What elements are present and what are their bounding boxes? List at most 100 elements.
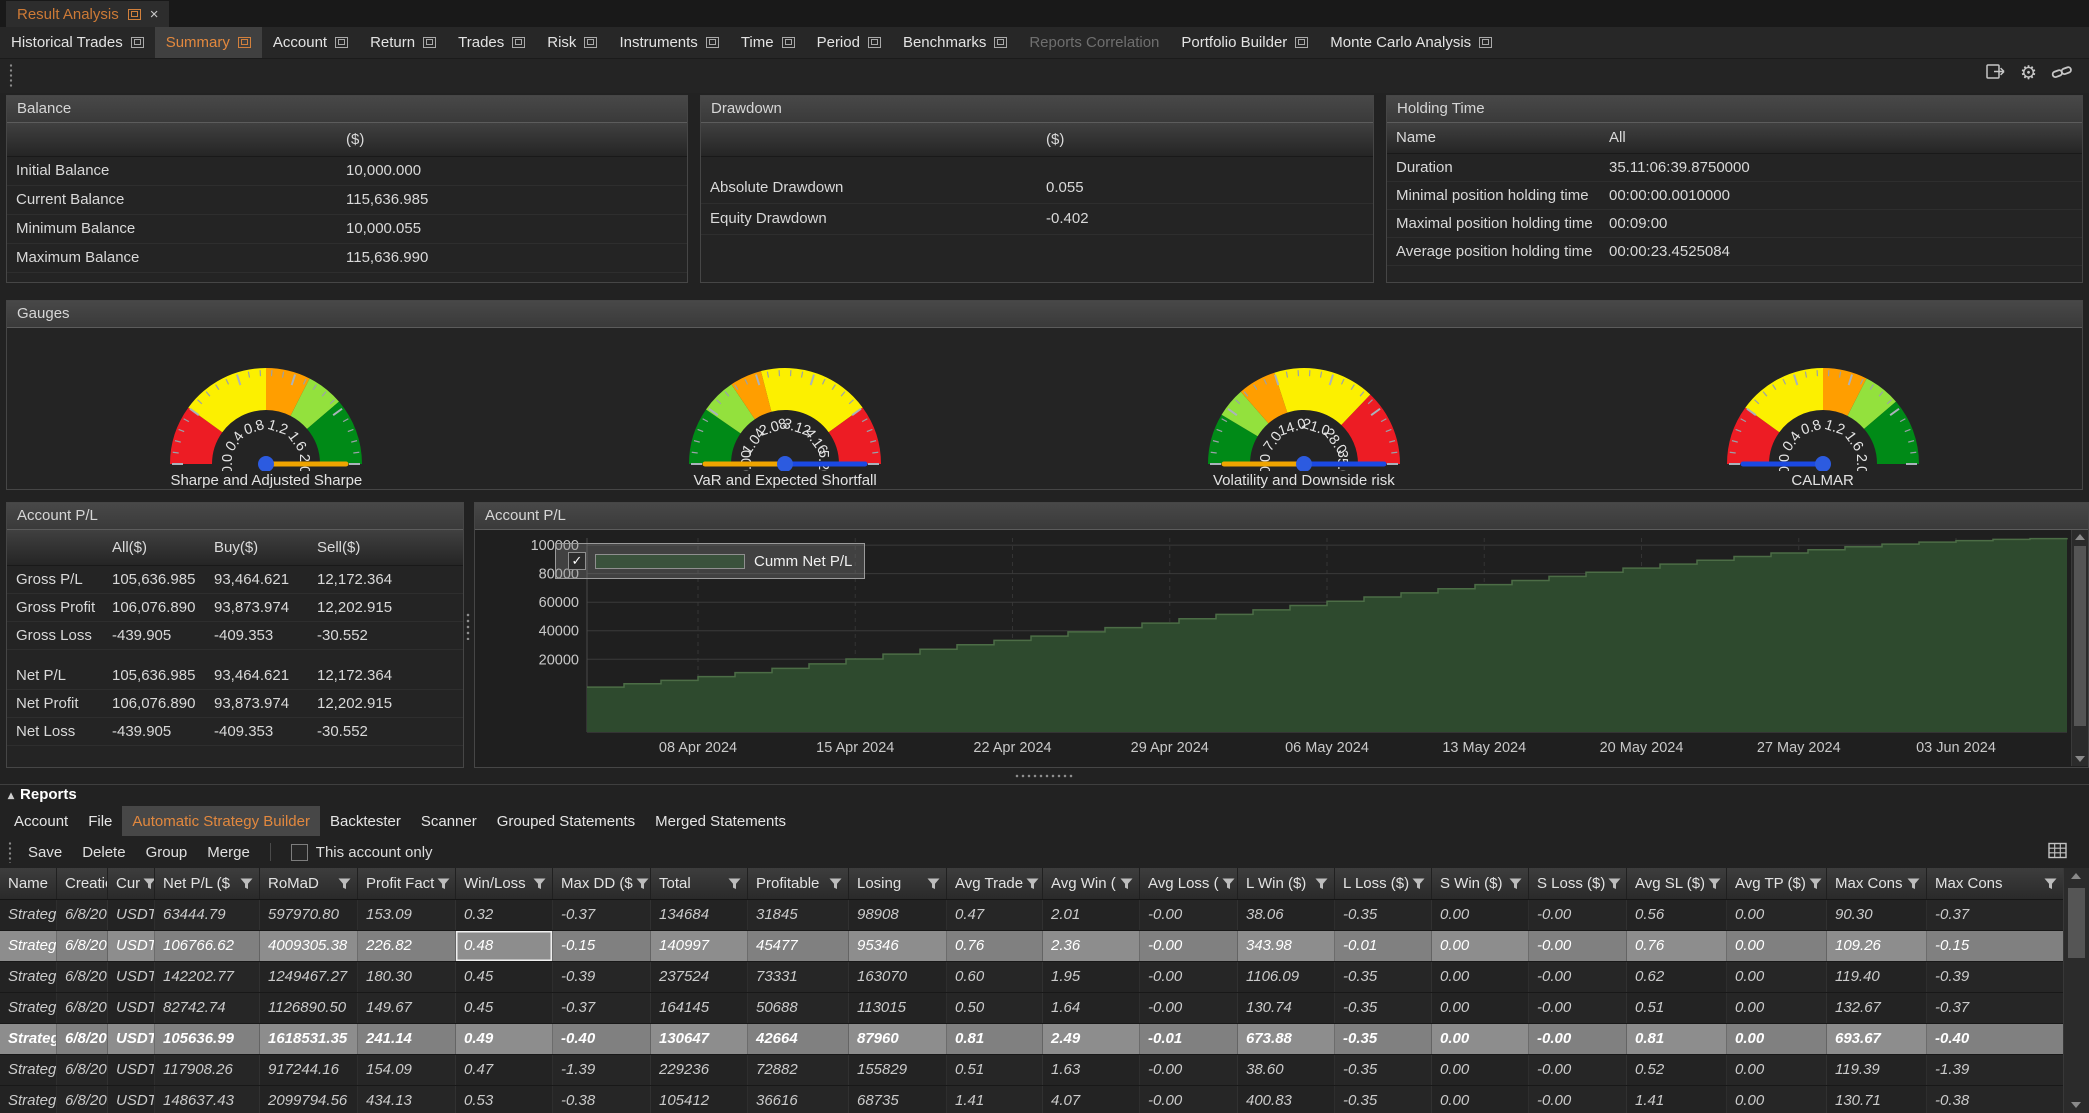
table-cell[interactable]: 0.00 (1727, 1024, 1827, 1054)
table-cell[interactable]: -0.35 (1335, 1055, 1432, 1085)
window-icon[interactable] (423, 37, 436, 48)
table-cell[interactable]: 0.52 (1627, 1055, 1727, 1085)
table-cell[interactable]: 148637.43 (155, 1086, 260, 1113)
table-cell[interactable]: 0.00 (1727, 900, 1827, 930)
table-row[interactable]: Strateg6/8/20USDT63444.79597970.80153.09… (0, 900, 2064, 931)
table-cell[interactable]: 6/8/20 (57, 900, 108, 930)
table-cell[interactable]: -0.01 (1335, 931, 1432, 961)
table-cell[interactable]: 6/8/20 (57, 1055, 108, 1085)
table-cell[interactable]: 1.63 (1043, 1055, 1140, 1085)
table-cell[interactable]: 0.00 (1727, 962, 1827, 992)
filter-icon[interactable] (1809, 878, 1822, 890)
table-cell[interactable]: 229236 (651, 1055, 748, 1085)
table-cell[interactable]: 130.74 (1238, 993, 1335, 1023)
close-icon[interactable]: × (150, 7, 159, 22)
table-cell[interactable]: 226.82 (358, 931, 456, 961)
table-cell[interactable]: -0.00 (1529, 900, 1627, 930)
column-header[interactable]: Net P/L ($ (155, 868, 260, 899)
table-cell[interactable]: 142202.77 (155, 962, 260, 992)
settings-gear-icon[interactable]: ⚙ (2020, 64, 2037, 83)
table-cell[interactable]: 1126890.50 (260, 993, 358, 1023)
table-cell[interactable]: 343.98 (1238, 931, 1335, 961)
filter-icon[interactable] (1509, 878, 1522, 890)
table-cell[interactable]: 0.00 (1432, 1086, 1529, 1113)
table-cell[interactable]: -0.00 (1140, 962, 1238, 992)
table-cell[interactable]: 0.00 (1727, 1055, 1827, 1085)
table-cell[interactable]: USDT (108, 1086, 155, 1113)
window-icon[interactable] (128, 9, 141, 20)
table-cell[interactable]: -0.35 (1335, 1086, 1432, 1113)
window-icon[interactable] (131, 37, 144, 48)
window-icon[interactable] (706, 37, 719, 48)
table-cell[interactable]: Strateg (0, 1086, 57, 1113)
table-cell[interactable]: 0.51 (1627, 993, 1727, 1023)
table-cell[interactable]: 154.09 (358, 1055, 456, 1085)
table-cell[interactable]: 237524 (651, 962, 748, 992)
column-header[interactable]: Max DD ($ (553, 868, 651, 899)
scroll-up-arrow[interactable] (2071, 873, 2081, 879)
filter-icon[interactable] (240, 878, 253, 890)
window-icon[interactable] (1295, 37, 1308, 48)
table-cell[interactable]: 164145 (651, 993, 748, 1023)
table-cell[interactable]: 105636.99 (155, 1024, 260, 1054)
column-header[interactable]: Losing (849, 868, 947, 899)
reports-tab-grouped-statements[interactable]: Grouped Statements (487, 806, 645, 836)
window-icon[interactable] (868, 37, 881, 48)
column-header[interactable]: Total (651, 868, 748, 899)
table-cell[interactable]: 106766.62 (155, 931, 260, 961)
table-cell[interactable]: 241.14 (358, 1024, 456, 1054)
table-cell[interactable]: 63444.79 (155, 900, 260, 930)
table-cell[interactable]: 113015 (849, 993, 947, 1023)
filter-icon[interactable] (927, 878, 940, 890)
table-cell[interactable]: 130647 (651, 1024, 748, 1054)
table-cell[interactable]: 105412 (651, 1086, 748, 1113)
table-cell[interactable]: 153.09 (358, 900, 456, 930)
table-cell[interactable]: 130.71 (1827, 1086, 1927, 1113)
table-cell[interactable]: Strateg (0, 1024, 57, 1054)
table-cell[interactable]: 38.60 (1238, 1055, 1335, 1085)
table-cell[interactable]: 0.32 (456, 900, 553, 930)
table-cell[interactable]: 434.13 (358, 1086, 456, 1113)
open-report-icon[interactable] (1985, 62, 2006, 85)
table-cell[interactable]: 1.41 (1627, 1086, 1727, 1113)
scroll-thumb[interactable] (2068, 888, 2085, 958)
reports-tab-merged-statements[interactable]: Merged Statements (645, 806, 796, 836)
tab-trades[interactable]: Trades (447, 27, 536, 58)
tab-risk[interactable]: Risk (536, 27, 608, 58)
table-cell[interactable]: 31845 (748, 900, 849, 930)
table-cell[interactable]: -1.39 (553, 1055, 651, 1085)
tab-period[interactable]: Period (806, 27, 892, 58)
tab-historical-trades[interactable]: Historical Trades (0, 27, 155, 58)
filter-icon[interactable] (728, 878, 741, 890)
section-splitter[interactable] (1014, 774, 1074, 778)
filter-icon[interactable] (829, 878, 842, 890)
filter-icon[interactable] (636, 878, 649, 890)
table-cell[interactable]: 673.88 (1238, 1024, 1335, 1054)
table-cell[interactable]: 0.60 (947, 962, 1043, 992)
table-cell[interactable]: 68735 (849, 1086, 947, 1113)
chart-legend[interactable]: ✓ Cumm Net P/L (555, 543, 865, 579)
table-cell[interactable]: 0.81 (1627, 1024, 1727, 1054)
grid-vertical-scrollbar[interactable] (2063, 868, 2089, 1113)
filter-icon[interactable] (533, 878, 546, 890)
table-row[interactable]: Strateg6/8/20USDT142202.771249467.27180.… (0, 962, 2064, 993)
table-cell[interactable]: -0.38 (553, 1086, 651, 1113)
table-cell[interactable]: 0.00 (1432, 1055, 1529, 1085)
merge-button[interactable]: Merge (207, 844, 250, 861)
reports-section-header[interactable]: ▴ Reports (8, 786, 77, 803)
table-cell[interactable]: 2.36 (1043, 931, 1140, 961)
scroll-up-arrow[interactable] (2075, 534, 2085, 540)
column-header[interactable]: Avg Loss ( (1140, 868, 1238, 899)
tab-time[interactable]: Time (730, 27, 806, 58)
table-cell[interactable]: 6/8/20 (57, 993, 108, 1023)
window-icon[interactable] (512, 37, 525, 48)
column-header[interactable]: Max Cons (1927, 868, 2064, 899)
table-grid-icon[interactable] (2048, 842, 2067, 863)
column-header[interactable]: L Loss ($) (1335, 868, 1432, 899)
table-cell[interactable]: -0.37 (1927, 900, 2064, 930)
table-cell[interactable]: 50688 (748, 993, 849, 1023)
table-cell[interactable]: 400.83 (1238, 1086, 1335, 1113)
column-header[interactable]: Profit Fact (358, 868, 456, 899)
column-header[interactable]: Cur (108, 868, 155, 899)
table-cell[interactable]: 6/8/20 (57, 1024, 108, 1054)
